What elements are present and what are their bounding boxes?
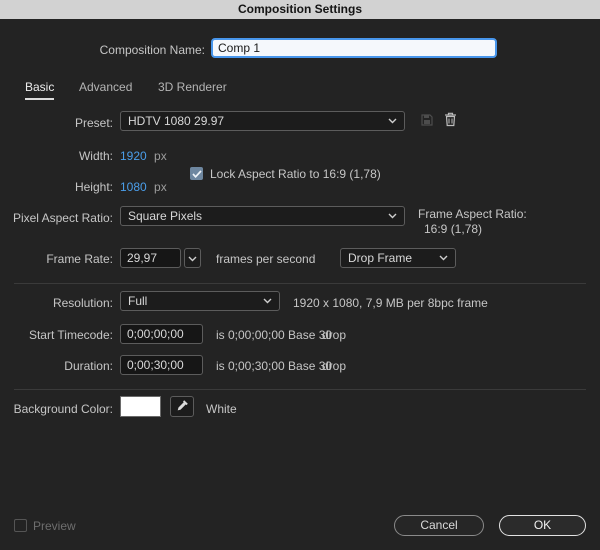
divider [14, 283, 586, 284]
pixel-aspect-label: Pixel Aspect Ratio: [12, 211, 113, 225]
composition-settings-dialog: Composition Settings Composition Name: B… [0, 0, 600, 550]
pixel-aspect-value: Square Pixels [128, 209, 203, 223]
eyedropper-icon [176, 399, 189, 415]
width-label: Width: [78, 149, 113, 163]
duration-input[interactable] [120, 355, 203, 375]
composition-name-label: Composition Name: [99, 43, 205, 57]
start-timecode-info: is 0;00;00;00 Base 30 [216, 328, 333, 342]
chevron-down-icon [388, 118, 397, 124]
drop-frame-value: Drop Frame [348, 251, 413, 265]
chevron-down-icon [388, 213, 397, 219]
chevron-down-icon [263, 298, 272, 304]
lock-aspect-checkbox[interactable] [190, 167, 203, 180]
duration-info: is 0;00;30;00 Base 30 [216, 359, 333, 373]
eyedropper-button[interactable] [170, 396, 194, 417]
start-timecode-input[interactable] [120, 324, 203, 344]
tab-advanced[interactable]: Advanced [79, 80, 132, 98]
resolution-dropdown[interactable]: Full [120, 291, 280, 311]
trash-icon [444, 112, 457, 130]
resolution-label: Resolution: [52, 296, 113, 310]
duration-drop: drop [322, 359, 347, 373]
width-value-row: 1920 px [120, 149, 167, 163]
dialog-title: Composition Settings [0, 0, 600, 19]
delete-preset-button[interactable] [440, 111, 460, 131]
tab-3d-renderer[interactable]: 3D Renderer [158, 80, 227, 98]
resolution-value: Full [128, 294, 148, 308]
frame-rate-label: Frame Rate: [46, 252, 113, 266]
height-label: Height: [74, 180, 113, 194]
resolution-info: 1920 x 1080, 7,9 MB per 8bpc frame [293, 296, 488, 310]
check-icon [191, 167, 202, 181]
background-color-swatch[interactable] [120, 396, 161, 417]
duration-label: Duration: [64, 359, 113, 373]
frame-aspect-label: Frame Aspect Ratio: [418, 207, 527, 221]
height-value-row: 1080 px [120, 180, 167, 194]
composition-name-input[interactable] [211, 38, 497, 58]
chevron-down-icon [188, 251, 197, 265]
ok-button[interactable]: OK [499, 515, 586, 536]
pixel-aspect-dropdown[interactable]: Square Pixels [120, 206, 405, 226]
chevron-down-icon [439, 255, 448, 261]
lock-aspect-label: Lock Aspect Ratio to 16:9 (1,78) [210, 167, 381, 181]
drop-frame-dropdown[interactable]: Drop Frame [340, 248, 456, 268]
preset-label: Preset: [74, 116, 113, 130]
frame-rate-presets-button[interactable] [184, 248, 201, 268]
background-color-label: Background Color: [13, 402, 113, 416]
preview-checkbox[interactable] [14, 519, 27, 532]
tab-basic[interactable]: Basic [25, 80, 55, 100]
width-value[interactable]: 1920 [120, 149, 147, 163]
preset-dropdown[interactable]: HDTV 1080 29.97 [120, 111, 405, 131]
frame-rate-suffix: frames per second [216, 252, 316, 266]
cancel-button[interactable]: Cancel [394, 515, 484, 536]
frame-rate-input[interactable] [120, 248, 181, 268]
frame-aspect-value: 16:9 (1,78) [424, 222, 483, 236]
start-timecode-label: Start Timecode: [28, 328, 113, 342]
preview-label: Preview [33, 519, 76, 533]
start-timecode-drop: drop [322, 328, 347, 342]
preset-value: HDTV 1080 29.97 [128, 114, 225, 128]
width-unit: px [154, 149, 167, 163]
height-unit: px [154, 180, 167, 194]
save-preset-icon [420, 113, 434, 130]
height-value[interactable]: 1080 [120, 180, 147, 194]
divider [14, 389, 586, 390]
save-preset-button[interactable] [417, 112, 437, 130]
background-color-name: White [206, 402, 237, 416]
